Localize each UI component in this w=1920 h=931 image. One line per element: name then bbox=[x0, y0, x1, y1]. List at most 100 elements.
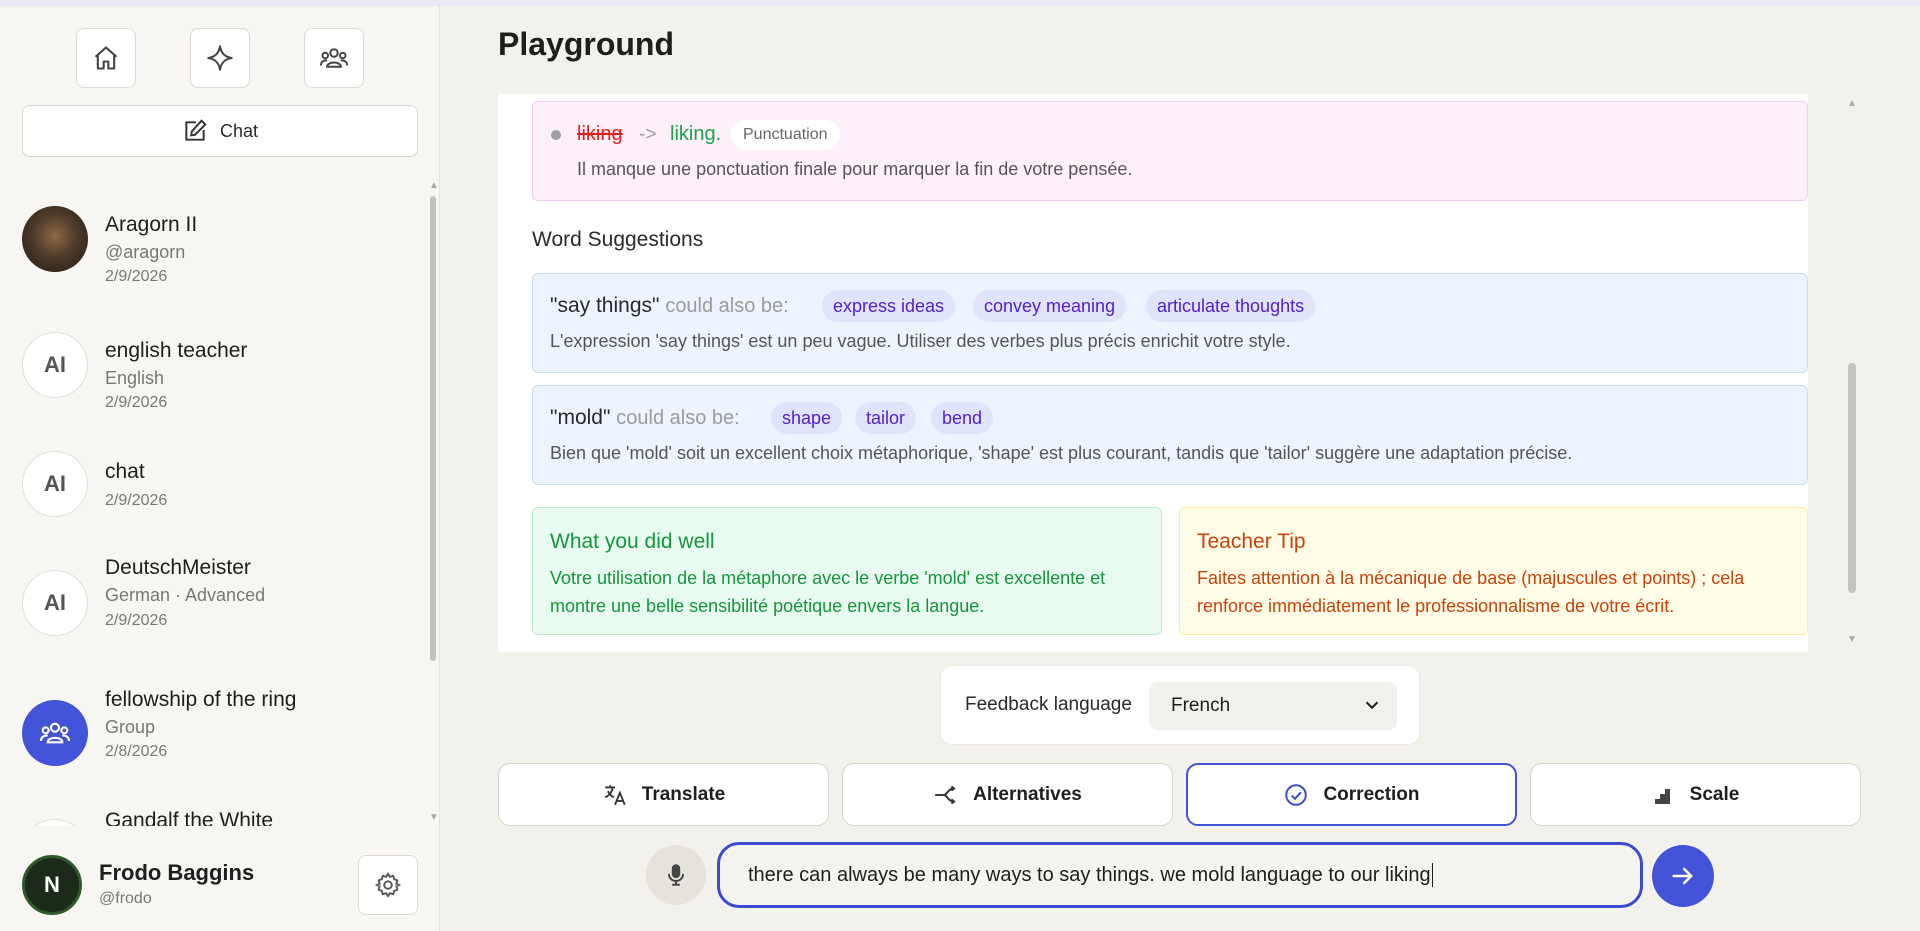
correction-mode-button[interactable]: Correction bbox=[1186, 763, 1517, 826]
group-icon bbox=[39, 722, 71, 744]
check-circle-icon bbox=[1285, 783, 1308, 806]
settings-button[interactable] bbox=[358, 855, 418, 915]
scroll-up-arrow[interactable]: ▲ bbox=[429, 180, 439, 191]
mode-label: Scale bbox=[1689, 783, 1740, 805]
incorrect-text: liking bbox=[577, 123, 623, 145]
suggestion-phrase: "say things" could also be: bbox=[550, 294, 789, 318]
gear-icon bbox=[374, 872, 402, 898]
selected-language: French bbox=[1171, 695, 1231, 716]
what-you-did-well-card: What you did well Votre utilisation de l… bbox=[532, 507, 1162, 635]
suggestion-chip[interactable]: express ideas bbox=[822, 290, 956, 322]
mode-label: Alternatives bbox=[973, 783, 1082, 805]
sidebar: Chat Aragorn II @aragorn 2/9/2026 AI eng… bbox=[0, 6, 440, 931]
sparkle-button[interactable] bbox=[190, 28, 250, 88]
group-icon bbox=[319, 48, 349, 68]
sidebar-scrollbar[interactable] bbox=[430, 196, 436, 661]
user-handle: @frodo bbox=[99, 890, 152, 907]
feedback-language-select[interactable]: French bbox=[1149, 682, 1397, 730]
user-profile: N Frodo Baggins @frodo bbox=[0, 836, 440, 931]
new-chat-button[interactable]: Chat bbox=[22, 105, 418, 157]
original-phrase: "say things" bbox=[550, 294, 660, 317]
conversation-item-chat[interactable]: AI chat 2/9/2026 bbox=[22, 451, 412, 551]
conversation-name: english teacher bbox=[105, 339, 248, 362]
home-button[interactable] bbox=[76, 28, 136, 88]
conversation-date: 2/9/2026 bbox=[105, 268, 168, 285]
user-avatar[interactable]: N bbox=[22, 855, 82, 915]
correction-explanation: Il manque une ponctuation finale pour ma… bbox=[577, 159, 1133, 179]
tip-title: Teacher Tip bbox=[1197, 530, 1306, 553]
edit-icon bbox=[185, 119, 207, 141]
suggestion-explanation: Bien que 'mold' soit un excellent choix … bbox=[550, 443, 1573, 463]
scale-mode-button[interactable]: Scale bbox=[1530, 763, 1861, 826]
results-scroll-up-arrow[interactable]: ▲ bbox=[1847, 98, 1857, 109]
conversation-name: DeutschMeister bbox=[105, 556, 251, 579]
mode-label: Correction bbox=[1323, 783, 1420, 805]
user-name: Frodo Baggins bbox=[99, 860, 255, 885]
word-suggestion-card: "mold" could also be: shape tailor bend … bbox=[532, 385, 1808, 485]
conversation-name: chat bbox=[105, 460, 145, 483]
message-input[interactable]: there can always be many ways to say thi… bbox=[717, 842, 1643, 908]
conversation-name: Gandalf the White bbox=[105, 809, 274, 826]
microphone-icon bbox=[667, 864, 685, 886]
could-also-label: could also be: bbox=[665, 295, 789, 317]
page-title: Playground bbox=[498, 26, 675, 62]
correction-arrow: -> bbox=[639, 124, 657, 145]
conversation-subtitle: English bbox=[105, 368, 165, 388]
teacher-tip-card: Teacher Tip Faites attention à la mécani… bbox=[1179, 507, 1808, 635]
suggestion-explanation: L'expression 'say things' est un peu vag… bbox=[550, 331, 1291, 351]
microphone-button[interactable] bbox=[646, 845, 706, 905]
chat-button-label: Chat bbox=[219, 120, 259, 141]
avatar: AI bbox=[22, 332, 88, 398]
home-icon bbox=[94, 46, 118, 70]
conversation-date: 2/8/2026 bbox=[105, 743, 168, 760]
feedback-language-panel: Feedback language French bbox=[940, 665, 1420, 745]
arrow-right-icon bbox=[1672, 867, 1693, 885]
conversation-date: 2/9/2026 bbox=[105, 394, 168, 411]
conversation-item-deutschmeister[interactable]: AI DeutschMeister German · Advanced 2/9/… bbox=[22, 556, 412, 670]
suggestion-chip[interactable]: bend bbox=[931, 402, 994, 434]
scroll-down-arrow[interactable]: ▼ bbox=[429, 812, 439, 823]
could-also-label: could also be: bbox=[616, 407, 740, 429]
suggestion-chip[interactable]: shape bbox=[771, 402, 843, 434]
send-button[interactable] bbox=[1652, 845, 1714, 907]
corrected-text: liking. bbox=[670, 123, 722, 145]
original-phrase: "mold" bbox=[550, 406, 611, 429]
mode-label: Translate bbox=[641, 783, 726, 805]
conversation-list: Aragorn II @aragorn 2/9/2026 AI english … bbox=[0, 186, 430, 826]
sparkle-icon bbox=[207, 45, 233, 71]
suggestion-chip[interactable]: convey meaning bbox=[973, 290, 1127, 322]
suggestion-chip[interactable]: tailor bbox=[855, 402, 917, 434]
results-scroll-down-arrow[interactable]: ▼ bbox=[1847, 634, 1857, 645]
conversation-name: Aragorn II bbox=[105, 213, 198, 236]
word-suggestion-card: "say things" could also be: express idea… bbox=[532, 273, 1808, 373]
groups-button[interactable] bbox=[304, 28, 364, 88]
avatar: AI bbox=[22, 570, 88, 636]
results-scrollbar[interactable] bbox=[1848, 363, 1856, 593]
word-suggestions-heading: Word Suggestions bbox=[532, 228, 704, 251]
conversation-subtitle: Group bbox=[105, 717, 156, 737]
alternatives-mode-button[interactable]: Alternatives bbox=[842, 763, 1173, 826]
well-title: What you did well bbox=[550, 530, 715, 553]
translate-mode-button[interactable]: Translate bbox=[498, 763, 829, 826]
translate-icon bbox=[604, 784, 626, 805]
avatar bbox=[22, 206, 88, 272]
tip-text: Faites attention à la mécanique de base … bbox=[1197, 568, 1745, 616]
conversation-item-aragorn[interactable]: Aragorn II @aragorn 2/9/2026 bbox=[22, 206, 412, 306]
bullet-dot bbox=[551, 130, 561, 140]
conversation-item-gandalf[interactable]: AI Gandalf the White bbox=[22, 809, 412, 826]
well-text: Votre utilisation de la métaphore avec l… bbox=[550, 568, 1106, 616]
avatar: AI bbox=[22, 451, 88, 517]
feedback-language-label: Feedback language bbox=[965, 694, 1132, 715]
correction-results-panel: liking -> liking. Punctuation Il manque … bbox=[498, 94, 1808, 652]
message-input-value: there can always be many ways to say thi… bbox=[748, 863, 1431, 886]
suggestion-chip[interactable]: articulate thoughts bbox=[1146, 290, 1316, 322]
conversation-item-fellowship[interactable]: fellowship of the ring Group 2/8/2026 bbox=[22, 688, 412, 800]
group-avatar bbox=[22, 700, 88, 766]
conversation-item-english-teacher[interactable]: AI english teacher English 2/9/2026 bbox=[22, 332, 412, 432]
conversation-name: fellowship of the ring bbox=[105, 688, 297, 711]
branch-icon bbox=[935, 785, 956, 804]
conversation-date: 2/9/2026 bbox=[105, 492, 168, 509]
conversation-subtitle: @aragorn bbox=[105, 242, 186, 262]
correction-type-badge: Punctuation bbox=[731, 120, 840, 150]
text-caret bbox=[1431, 863, 1433, 887]
